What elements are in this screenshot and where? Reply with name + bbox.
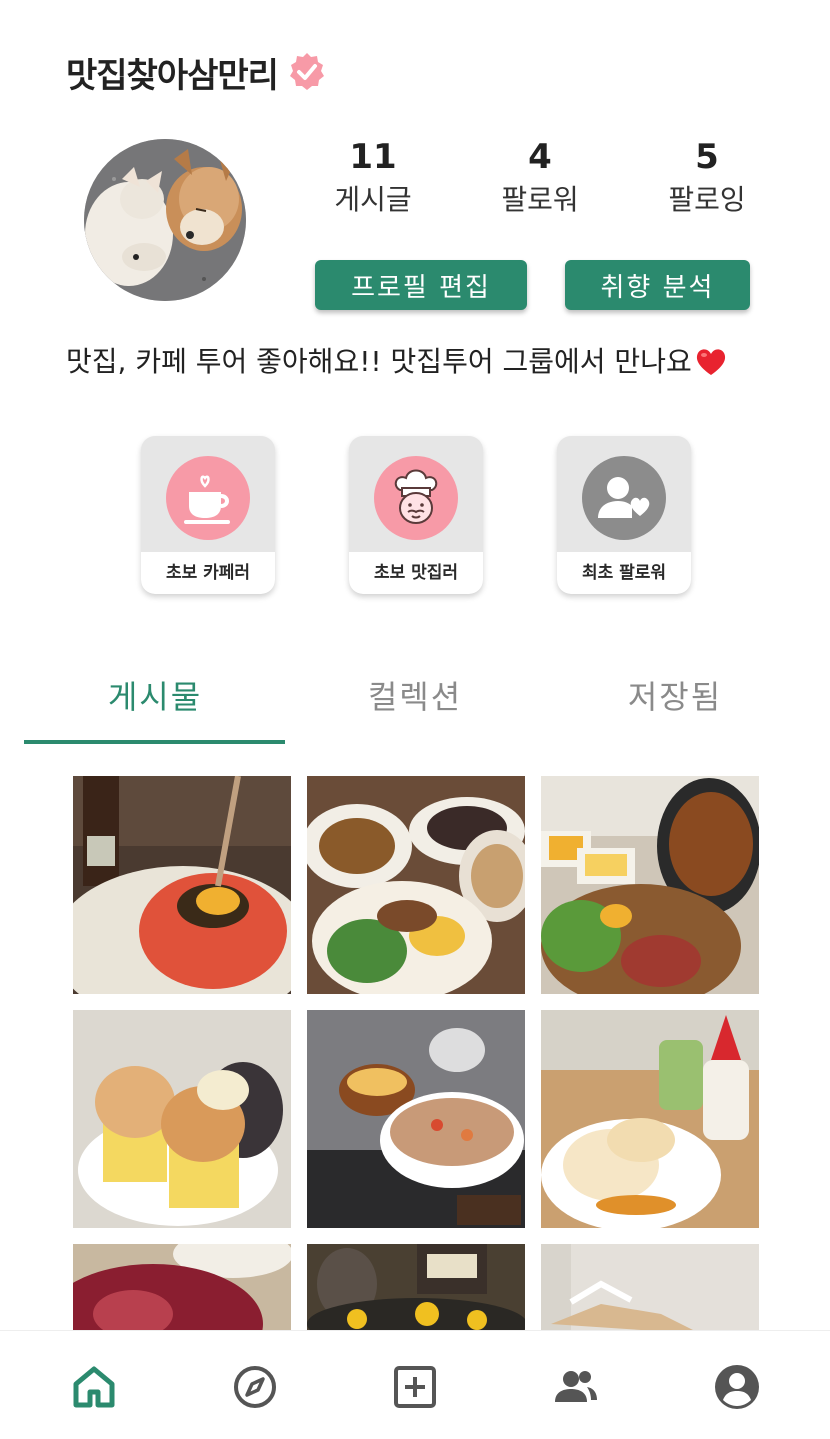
compass-icon[interactable] [232, 1364, 278, 1410]
badge-beginner-cafe[interactable]: 초보 카페러 [141, 436, 275, 594]
followers-label: 팔로워 [501, 183, 579, 216]
profile-avatar[interactable] [84, 139, 246, 301]
profile-bio: 맛집, 카페 투어 좋아해요!! 맛집투어 그룹에서 만나요 [66, 340, 728, 384]
badge-first-follower[interactable]: 최초 팔로워 [557, 436, 691, 594]
badge-list: 초보 카페러 초보 맛집러 최초 팔로워 [0, 436, 830, 596]
bottom-navigation [0, 1330, 830, 1439]
post-thumbnail[interactable] [307, 776, 525, 994]
post-thumbnail[interactable] [307, 1010, 525, 1228]
home-icon[interactable] [71, 1364, 117, 1410]
profile-header: 맛집찾아삼만리 [66, 46, 328, 98]
following-count: 5 [695, 137, 719, 177]
profile-tabs: 게시물 컬렉션 저장됨 [0, 660, 830, 746]
badge-label: 초보 카페러 [141, 552, 275, 594]
post-thumbnail[interactable] [541, 1010, 759, 1228]
taste-analysis-button[interactable]: 취향 분석 [565, 260, 750, 310]
badge-beginner-foodie[interactable]: 초보 맛집러 [349, 436, 483, 594]
edit-profile-button[interactable]: 프로필 편집 [315, 260, 527, 310]
stat-posts[interactable]: 11 게시글 [290, 136, 456, 220]
followers-count: 4 [528, 137, 552, 177]
username: 맛집찾아삼만리 [66, 55, 279, 96]
tab-saved[interactable]: 저장됨 [545, 672, 805, 718]
post-thumbnail[interactable] [307, 1244, 525, 1330]
tab-collections[interactable]: 컬렉션 [285, 672, 545, 718]
bio-text: 맛집, 카페 투어 좋아해요!! 맛집투어 그룹에서 만나요 [66, 345, 692, 378]
tab-posts[interactable]: 게시물 [25, 672, 285, 718]
post-thumbnail[interactable] [73, 1244, 291, 1330]
heart-icon [696, 349, 725, 375]
profile-stats: 11 게시글 4 팔로워 5 팔로잉 [290, 136, 790, 226]
account-icon[interactable] [714, 1364, 760, 1410]
group-icon[interactable] [553, 1364, 599, 1410]
coffee-cup-icon [166, 456, 250, 540]
posts-label: 게시글 [334, 183, 412, 216]
badge-label: 초보 맛집러 [349, 552, 483, 594]
post-grid [73, 776, 759, 1330]
chef-icon [374, 456, 458, 540]
post-thumbnail[interactable] [541, 1244, 759, 1330]
badge-label: 최초 팔로워 [557, 552, 691, 594]
stat-following[interactable]: 5 팔로잉 [624, 136, 790, 220]
stat-followers[interactable]: 4 팔로워 [457, 136, 623, 220]
verified-badge-icon [289, 53, 324, 90]
following-label: 팔로잉 [668, 183, 746, 216]
posts-count: 11 [349, 137, 397, 177]
add-post-icon[interactable] [392, 1364, 438, 1410]
user-heart-icon [582, 456, 666, 540]
active-tab-indicator [24, 740, 285, 744]
post-thumbnail[interactable] [73, 1010, 291, 1228]
post-thumbnail[interactable] [73, 776, 291, 994]
post-thumbnail[interactable] [541, 776, 759, 994]
